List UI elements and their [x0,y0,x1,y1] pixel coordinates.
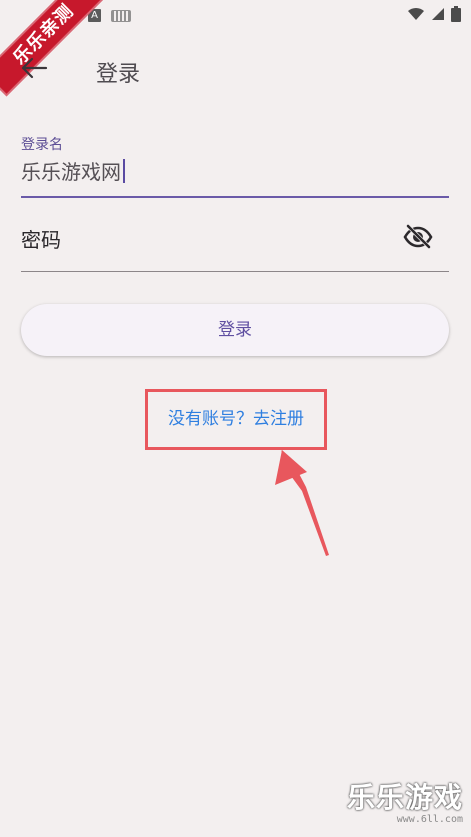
username-field[interactable]: 登录名 乐乐游戏网 [21,134,449,198]
username-label: 登录名 [21,137,63,153]
username-value: 乐乐游戏网 [21,160,121,184]
username-input[interactable]: 乐乐游戏网 [21,156,125,185]
wifi-icon [408,7,424,20]
keyboard-icon [111,9,131,22]
battery-icon [451,6,461,22]
status-right-icons [407,6,461,22]
password-underline [21,271,449,272]
watermark: 乐乐游戏 www.6ll.com [347,776,463,825]
page-title: 登录 [96,62,141,87]
login-button[interactable]: 登录 [21,304,449,356]
visibility-off-icon[interactable] [403,222,433,252]
username-underline [21,196,449,198]
back-arrow-icon[interactable] [20,54,48,82]
password-field[interactable]: 密码 [21,214,449,272]
register-highlight-box: 没有账号？去注册 [145,389,327,450]
password-label: 密码 [21,228,61,252]
register-link[interactable]: 没有账号？去注册 [148,392,324,447]
status-left-icons: A [88,9,131,22]
text-caret [123,159,125,183]
watermark-title: 乐乐游戏 [346,781,463,814]
signal-icon [432,8,444,20]
annotation-arrow-icon [275,450,329,556]
